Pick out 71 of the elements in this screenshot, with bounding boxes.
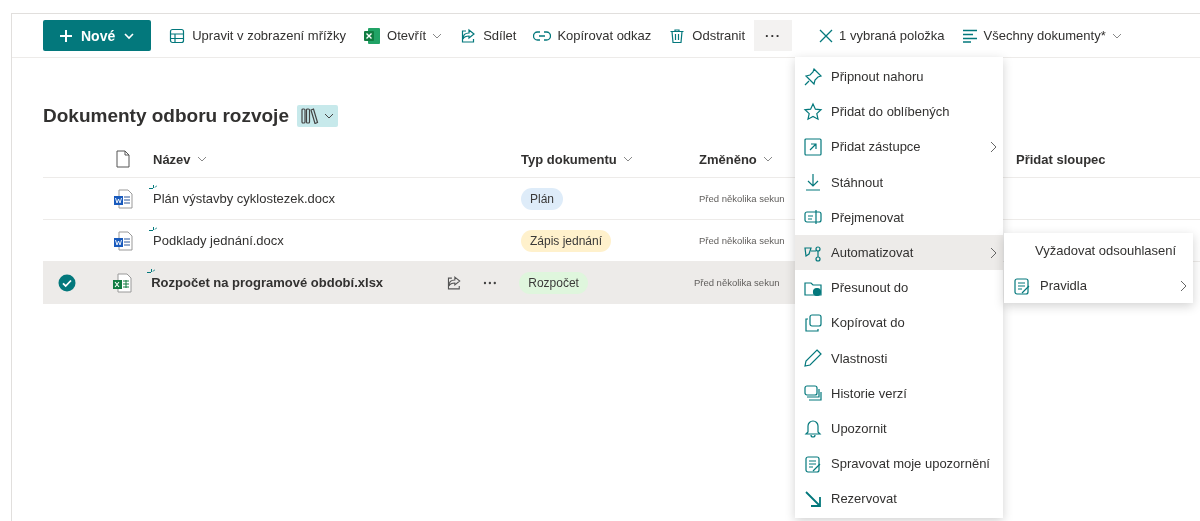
chevron-down-icon: [762, 154, 773, 164]
more-button[interactable]: ···: [754, 20, 793, 51]
clear-selection-button[interactable]: 1 vybraná položka: [811, 20, 953, 51]
plus-icon: [59, 28, 73, 43]
grid-icon: [168, 26, 187, 45]
table-row[interactable]: Rozpočet na programové období.xlsx Rozpočet Před několika sekun: [43, 262, 795, 304]
menu-item[interactable]: Upozornit: [795, 410, 1003, 447]
star-icon: [803, 101, 823, 122]
modified-cell: Před několika sekun: [693, 277, 780, 288]
trash-icon: [668, 26, 687, 45]
chevron-right-icon: [989, 246, 997, 259]
column-header[interactable]: Název: [147, 144, 521, 174]
alert-list-icon: [803, 453, 823, 474]
toolbar-button[interactable]: Otevřít: [355, 20, 451, 51]
menu-item[interactable]: Přidat zástupce: [795, 129, 1003, 165]
modified-cell: Před několika sekun: [699, 193, 785, 204]
history-icon: [803, 383, 823, 404]
menu-item[interactable]: Kopírovat do: [795, 305, 1003, 341]
pin-icon: [803, 66, 823, 87]
menu-item[interactable]: Spravovat moje upozornění: [795, 446, 1003, 482]
library-view-button[interactable]: [296, 105, 338, 127]
copy-icon: [803, 312, 823, 333]
menu-item[interactable]: Připnout nahoru: [795, 59, 1003, 95]
toolbar-button[interactable]: Upravit v zobrazení mřížky: [160, 20, 355, 51]
lines-icon: [961, 28, 978, 43]
menu-item[interactable]: Automatizovat: [795, 234, 1003, 271]
menu-item[interactable]: Přidat do oblíbených: [795, 94, 1003, 130]
close-icon: [819, 28, 834, 43]
bell-icon: [803, 418, 823, 439]
shortcut-icon: [803, 136, 823, 157]
toolbar-button[interactable]: Kopírovat odkaz: [525, 20, 660, 51]
chevron-right-icon: [989, 140, 997, 153]
chevron-right-icon: [1179, 279, 1187, 292]
download-icon: [803, 172, 823, 193]
document-type-tag: Rozpočet: [519, 271, 588, 294]
new-button[interactable]: Nové: [43, 20, 152, 51]
file-name-link[interactable]: Rozpočet na programové období.xlsx: [151, 275, 446, 290]
share-icon[interactable]: [445, 274, 462, 291]
checkmark-icon[interactable]: [57, 273, 76, 292]
menu-item[interactable]: Přejmenovat: [795, 199, 1003, 235]
modified-cell: Před několika sekun: [699, 235, 785, 246]
menu-item[interactable]: Vlastnosti: [795, 340, 1003, 376]
document-type-tag: Plán: [521, 187, 564, 210]
file-type-icon: [116, 150, 130, 168]
chevron-down-icon: [323, 111, 334, 121]
menu-item[interactable]: Vyžadovat odsouhlasení: [1004, 233, 1193, 268]
menu-item[interactable]: Přesunout do: [795, 270, 1003, 306]
rules-icon: [1012, 275, 1032, 296]
library-title: Dokumenty odboru rozvoje: [43, 105, 289, 127]
menu-item[interactable]: Pravidla: [1004, 268, 1193, 303]
view-selector[interactable]: Všechny dokumenty*: [953, 20, 1130, 51]
file-name-link[interactable]: Plán výstavby cyklostezek.docx: [153, 191, 453, 206]
add-column-button[interactable]: Přidat sloupec: [1016, 144, 1106, 174]
pencil-icon: [803, 348, 823, 369]
more-icon[interactable]: [483, 280, 498, 285]
menu-item[interactable]: Historie verzí: [795, 375, 1003, 411]
toolbar-button[interactable]: Odstranit: [660, 20, 754, 51]
menu-item[interactable]: Rezervovat: [795, 481, 1003, 517]
file-name-link[interactable]: Podklady jednání.docx: [153, 233, 453, 248]
word-file-icon: [113, 230, 133, 251]
checkout-icon: [803, 488, 823, 509]
column-header[interactable]: Typ dokumentu: [521, 144, 699, 174]
excel-icon: [363, 26, 382, 45]
menu-item[interactable]: Stáhnout: [795, 164, 1003, 200]
document-type-tag: Zápis jednání: [521, 229, 612, 252]
excel-file-icon: [111, 272, 132, 293]
toolbar-button[interactable]: Sdílet: [451, 20, 525, 51]
chevron-down-icon: [196, 154, 207, 164]
word-file-icon: [113, 188, 133, 209]
books-icon: [300, 108, 321, 124]
chevron-down-icon: [622, 154, 633, 164]
